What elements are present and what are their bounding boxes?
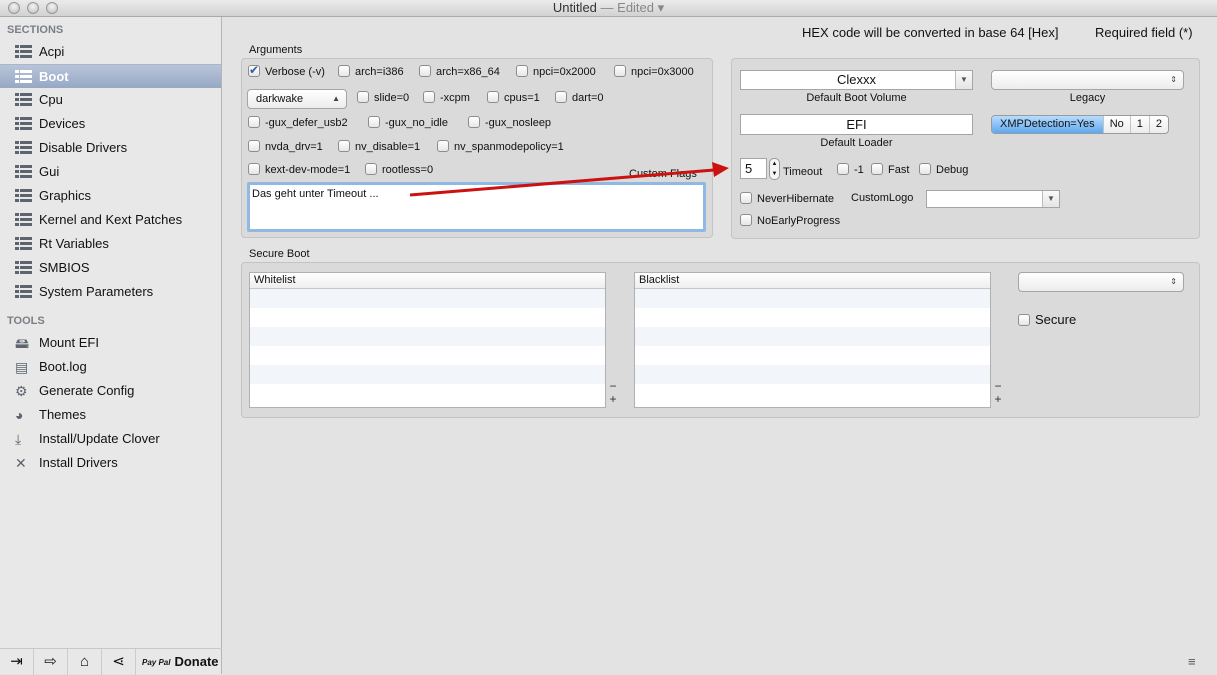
- annotation-arrow: [409, 162, 729, 197]
- menu-icon[interactable]: ≡: [1188, 654, 1196, 669]
